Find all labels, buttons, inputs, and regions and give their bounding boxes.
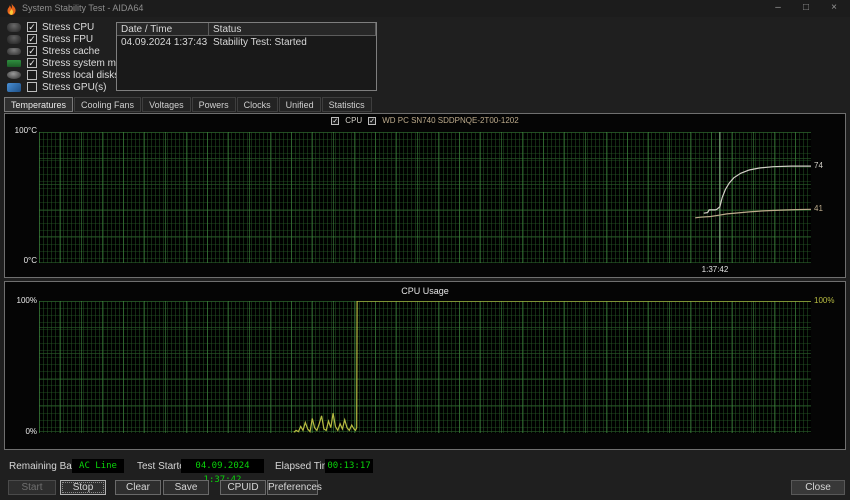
log-status-cell: Stability Test: Started	[213, 37, 307, 48]
y-axis-max-label: 100°C	[14, 126, 37, 135]
stress-cpu-checkbox[interactable]: ✓	[27, 22, 37, 32]
legend-cpu-checkbox[interactable]: ✓	[331, 116, 340, 125]
chart-legend: ✓ CPU ✓ WD PC SN740 SDDPNQE-2T00-1202	[5, 116, 845, 125]
tab-unified[interactable]: Unified	[278, 97, 321, 112]
column-header-datetime[interactable]: Date / Time	[117, 23, 208, 35]
aida64-flame-icon	[7, 3, 16, 15]
temperature-plot-area	[39, 132, 811, 263]
stress-disks-checkbox[interactable]	[27, 70, 37, 80]
stress-memory-checkbox[interactable]: ✓	[27, 58, 37, 68]
cpu-icon	[7, 22, 21, 32]
stress-fpu-checkbox[interactable]: ✓	[27, 34, 37, 44]
tab-cooling-fans[interactable]: Cooling Fans	[74, 97, 142, 112]
stress-gpu-checkbox[interactable]	[27, 82, 37, 92]
battery-value-display: AC Line	[72, 459, 124, 473]
window-controls: – □ ×	[764, 0, 848, 17]
app-window: System Stability Test - AIDA64 – □ × ✓ S…	[0, 0, 850, 500]
stress-option-cache[interactable]: ✓ Stress cache	[7, 45, 100, 57]
stress-option-fpu[interactable]: ✓ Stress FPU	[7, 33, 93, 45]
column-header-status[interactable]: Status	[208, 23, 376, 35]
cpu-usage-plot-area	[39, 301, 811, 433]
cpu-usage-title: CPU Usage	[401, 286, 449, 296]
stress-cache-checkbox[interactable]: ✓	[27, 46, 37, 56]
stress-option-cpu[interactable]: ✓ Stress CPU	[7, 21, 94, 33]
close-window-icon[interactable]: ×	[820, 0, 848, 17]
memory-icon	[7, 59, 21, 67]
temperature-chart-panel: ✓ CPU ✓ WD PC SN740 SDDPNQE-2T00-1202 10…	[4, 113, 846, 278]
log-datetime-cell: 04.09.2024 1:37:43	[121, 37, 208, 48]
start-button[interactable]: Start	[8, 480, 56, 495]
y-axis-min-label: 0°C	[23, 256, 37, 265]
usage-max-right-label: 100%	[814, 296, 835, 305]
preferences-button[interactable]: Preferences	[267, 480, 322, 495]
window-title: System Stability Test - AIDA64	[22, 3, 144, 13]
stress-cache-label: Stress cache	[42, 45, 100, 57]
stop-button[interactable]: Stop	[60, 480, 106, 495]
test-started-value-display: 04.09.2024 1:37:42	[181, 459, 264, 485]
tabbar: Temperatures Cooling Fans Voltages Power…	[4, 97, 373, 112]
stress-option-disks[interactable]: Stress local disks	[7, 69, 119, 81]
table-row[interactable]: 04.09.2024 1:37:43 Stability Test: Start…	[117, 36, 376, 49]
close-button[interactable]: Close	[791, 480, 845, 495]
tab-temperatures[interactable]: Temperatures	[4, 97, 74, 112]
disk-temp-value-label: 41	[814, 204, 823, 213]
save-button[interactable]: Save	[163, 480, 209, 495]
tab-statistics[interactable]: Statistics	[321, 97, 372, 112]
legend-disk-label: WD PC SN740 SDDPNQE-2T00-1202	[382, 116, 519, 125]
minimize-icon[interactable]: –	[764, 0, 792, 17]
stress-disks-label: Stress local disks	[42, 69, 120, 81]
tab-voltages[interactable]: Voltages	[142, 97, 191, 112]
cache-icon	[7, 47, 21, 55]
tab-clocks[interactable]: Clocks	[236, 97, 278, 112]
stress-cpu-label: Stress CPU	[42, 21, 95, 33]
log-table: Date / Time Status 04.09.2024 1:37:43 St…	[116, 22, 377, 91]
legend-cpu-label: CPU	[345, 116, 363, 125]
test-start-time-label: 1:37:42	[701, 265, 729, 274]
usage-max-left-label: 100%	[16, 296, 37, 305]
usage-min-label: 0%	[25, 427, 37, 436]
stress-fpu-label: Stress FPU	[42, 33, 94, 45]
clear-button[interactable]: Clear	[115, 480, 161, 495]
fpu-icon	[7, 34, 21, 44]
cpu-usage-chart-panel: CPU Usage 100% 100% 0%	[4, 281, 846, 450]
stress-option-gpu[interactable]: Stress GPU(s)	[7, 81, 106, 93]
stress-gpu-label: Stress GPU(s)	[42, 81, 107, 93]
cpuid-button[interactable]: CPUID	[220, 480, 266, 495]
titlebar: System Stability Test - AIDA64 – □ ×	[0, 0, 850, 17]
gpu-icon	[7, 82, 21, 92]
cpu-temp-value-label: 74	[814, 161, 823, 170]
elapsed-time-value-display: 00:13:17	[325, 459, 373, 473]
legend-disk-checkbox[interactable]: ✓	[368, 116, 377, 125]
disk-icon	[7, 71, 21, 79]
tab-powers[interactable]: Powers	[191, 97, 236, 112]
log-table-header: Date / Time Status	[117, 23, 376, 36]
maximize-icon[interactable]: □	[792, 0, 820, 17]
